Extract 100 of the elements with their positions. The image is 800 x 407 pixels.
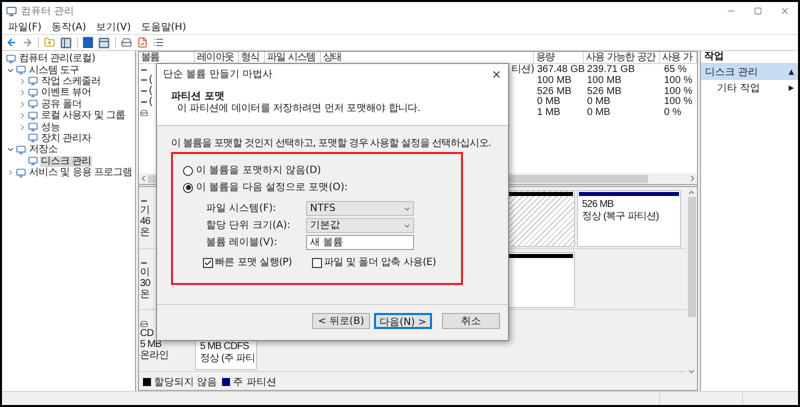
monitor-icon — [28, 122, 38, 132]
scroll-up-icon[interactable] — [687, 188, 696, 197]
dialog-button[interactable]: 다음(N) > — [374, 312, 432, 328]
tree-item[interactable]: 서비스 및 응용 프로그램 — [28, 167, 134, 178]
table-cell-text: 526 MB — [586, 86, 622, 97]
monitor-icon — [28, 156, 38, 166]
column-header[interactable]: 용량 — [534, 52, 584, 64]
tree-item[interactable]: 컴퓨터 관리(로컬) — [18, 53, 96, 64]
dropdown[interactable]: NTFS — [306, 201, 414, 216]
partition-text: 정상 (주 파티 — [200, 353, 252, 366]
field-label: 할당 단위 크기(A): — [206, 219, 292, 233]
collapsed-chevron-icon[interactable] — [18, 122, 27, 132]
disk-label: 온 — [140, 227, 150, 238]
drive-icon — [140, 320, 148, 328]
checkbox-option[interactable]: 빠른 포맷 실행(P) — [203, 255, 292, 270]
tree-item[interactable]: 디스크 관리 — [40, 156, 92, 167]
scroll-right-icon[interactable] — [688, 174, 697, 183]
menu-item[interactable]: 동작(A) — [52, 20, 86, 34]
scroll-down-icon[interactable] — [687, 367, 696, 376]
partition-text: 5 MB CDFS — [200, 341, 250, 354]
monitor-icon — [28, 88, 38, 98]
back-icon[interactable] — [6, 37, 17, 48]
table-cell: ( — [149, 96, 152, 107]
table-cell: ( — [149, 75, 152, 86]
dropdown[interactable]: 기본값 — [306, 218, 414, 233]
panel-icon[interactable] — [98, 36, 110, 48]
disk-label: CD — [140, 328, 154, 340]
monitor-icon — [28, 133, 38, 144]
menu-item[interactable]: 도움말(H) — [140, 20, 186, 34]
drive-icon — [140, 108, 148, 117]
checked-file-icon[interactable] — [137, 37, 148, 48]
table-cell-text: 526 MB — [536, 86, 572, 97]
drive-icon[interactable] — [121, 37, 132, 48]
radio-option[interactable]: 이 볼륨을 다음 설정으로 포맷(O): — [183, 179, 461, 196]
disk-label: 30 — [140, 278, 152, 289]
tree-item[interactable]: 로컬 사용자 및 그룹 — [40, 110, 126, 122]
table-cell-text: 0 MB — [536, 96, 562, 108]
tree-item[interactable]: 저장소 — [28, 144, 58, 156]
tree-item[interactable]: 장치 관리자 — [40, 132, 92, 144]
radio-circle[interactable] — [183, 182, 193, 192]
partition-block[interactable]: 526 MB 정상 (복구 파티션) — [577, 190, 681, 247]
table-cell-text: 239.71 GB — [586, 64, 636, 75]
dialog-button[interactable]: 취소 — [442, 312, 500, 328]
section-heading: 파티션 포맷 — [171, 91, 226, 103]
tree-item[interactable]: 이벤트 뷰어 — [40, 87, 92, 98]
collapsed-chevron-icon[interactable] — [18, 111, 27, 120]
disk-label: 기 — [140, 205, 150, 216]
table-cell-text: 100 % — [663, 96, 694, 108]
table-cell-text: 0 % — [663, 107, 682, 118]
column-header[interactable]: 사용 가 — [660, 52, 697, 64]
disk-label: 온라인 — [140, 350, 170, 362]
scrollbar-thumb[interactable] — [688, 197, 696, 317]
input-field[interactable]: 새 볼륨 — [306, 235, 414, 250]
menu-item[interactable]: 보기(V) — [96, 20, 131, 34]
collapsed-chevron-icon[interactable] — [18, 88, 27, 98]
column-header[interactable]: 사용 가능한 공간 — [584, 52, 660, 64]
table-cell: ( — [149, 86, 152, 96]
field-label: 볼륨 레이블(V): — [206, 236, 278, 250]
table-cell-text: 100 % — [663, 74, 694, 86]
collapsed-chevron-icon[interactable] — [6, 168, 15, 178]
app-icon — [6, 6, 17, 16]
maximize-icon[interactable] — [754, 7, 762, 15]
panel-icon[interactable] — [60, 36, 72, 48]
collapsed-chevron-icon[interactable] — [18, 100, 27, 109]
table-cell: 티션) — [512, 64, 534, 75]
monitor-icon — [28, 99, 38, 110]
dialog-button[interactable]: < 뒤로(B) — [312, 312, 370, 328]
menu-item[interactable]: 파일(F) — [8, 20, 42, 34]
legend-label: 할당되지 않음 — [154, 376, 218, 390]
monitor-icon — [28, 76, 38, 86]
disk-label: 46 — [140, 216, 152, 227]
scroll-left-icon[interactable] — [139, 174, 148, 183]
table-cell-text: 65 % — [663, 64, 688, 75]
tree-item[interactable]: 성능 — [40, 122, 61, 133]
monitor-icon — [28, 110, 38, 121]
legend-label: 주 파티션 — [233, 376, 276, 390]
section-description: 이 파티션에 데이터를 저장하려면 먼저 포맷해야 합니다. — [176, 103, 422, 115]
tree-item[interactable]: 시스템 도구 — [28, 64, 80, 76]
close-icon[interactable] — [491, 68, 502, 80]
partition-text: 정상 (복구 파티션) — [582, 211, 660, 223]
table-cell-text: 100 MB — [536, 74, 572, 86]
checkbox-option[interactable]: 파일 및 폴더 압축 사용(E) — [312, 255, 436, 270]
window-title: 컴퓨터 관리 — [21, 4, 74, 18]
field-label: 파일 시스템(F): — [206, 202, 278, 216]
disk-label: 이 — [140, 266, 150, 278]
partition-text: 526 MB — [582, 199, 614, 211]
table-cell-text: 0 MB — [586, 96, 612, 108]
table-cell-text: 1 MB — [536, 107, 562, 118]
monitor-icon — [16, 144, 26, 155]
list-icon[interactable] — [153, 37, 164, 48]
table-cell-text: 367.48 GB — [536, 64, 584, 75]
disk-label: 온 — [140, 288, 150, 300]
table-cell-text: 100 % — [663, 86, 694, 97]
checkbox[interactable] — [312, 258, 322, 268]
tree-item[interactable]: 작업 스케줄러 — [40, 76, 102, 87]
forward-icon[interactable] — [22, 37, 33, 48]
radio-option[interactable]: 이 볼륨을 포맷하지 않음(D) — [183, 162, 461, 179]
checkbox[interactable] — [203, 258, 213, 268]
instruction-text: 이 볼륨을 포맷할 것인지 선택하고, 포맷할 경우 사용할 설정을 선택하십시오. — [171, 138, 492, 150]
tree-item[interactable]: 공유 폴더 — [40, 98, 83, 110]
